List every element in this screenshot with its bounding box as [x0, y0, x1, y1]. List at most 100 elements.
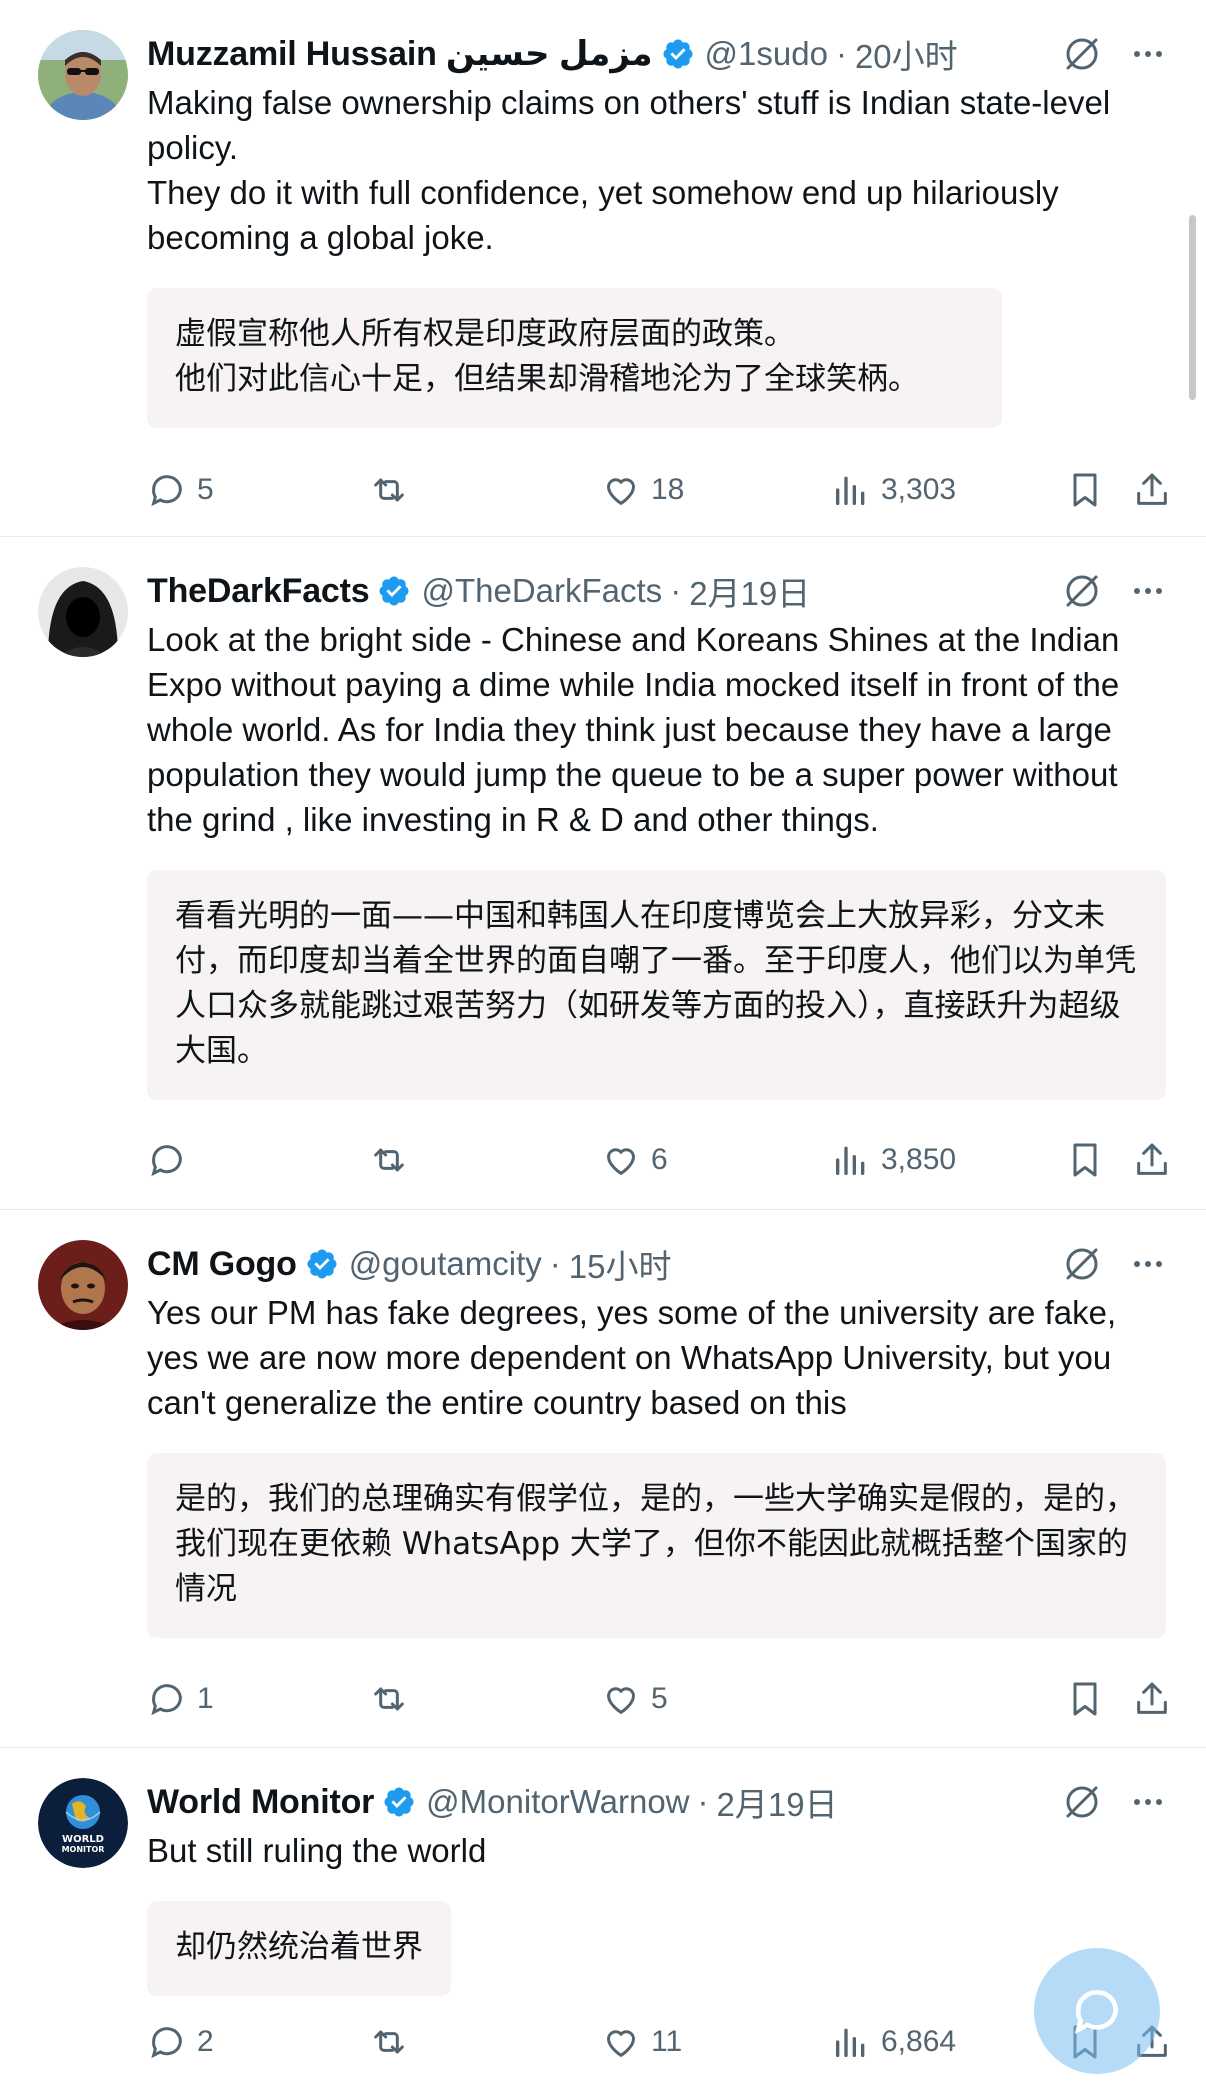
translation-line: 看看光明的一面——中国和韩国人在印度博览会上大放异彩，分文未付，而印度却当着全世… [175, 898, 1136, 1069]
share-icon [1137, 1682, 1167, 1714]
author-name[interactable]: CM Gogo [147, 1245, 297, 1284]
reply-button[interactable] [147, 1135, 197, 1185]
more-icon[interactable] [1130, 1246, 1166, 1282]
like-button[interactable]: 6 [601, 1135, 668, 1185]
translation-box: 虚假宣称他人所有权是印度政府层面的政策。 他们对此信心十足，但结果却滑稽地沦为了… [147, 288, 1002, 428]
avatar[interactable]: WORLD MONITOR [38, 1778, 128, 1868]
like-button[interactable]: 5 [601, 1674, 668, 1724]
views-button[interactable]: 3,303 [831, 465, 956, 515]
separator-dot: · [670, 572, 682, 609]
tweet-4[interactable]: WORLD MONITOR World Monitor @MonitorWarn… [0, 1748, 1206, 2098]
translation-line: 他们对此信心十足，但结果却滑稽地沦为了全球笑柄。 [175, 361, 919, 397]
compose-reply-button[interactable] [1034, 1948, 1160, 2074]
avatar[interactable] [38, 30, 128, 120]
author-handle[interactable]: @MonitorWarnow [426, 1783, 689, 1821]
retweet-icon [374, 1687, 404, 1711]
reply-count: 2 [197, 2025, 214, 2058]
bookmark-icon [1073, 1143, 1097, 1177]
grok-icon[interactable] [1062, 571, 1102, 611]
retweet-button[interactable] [369, 465, 419, 515]
reply-icon [151, 1684, 182, 1716]
translation-box: 却仍然统治着世界 [147, 1901, 451, 1996]
tweet-2[interactable]: TheDarkFacts @TheDarkFacts · 2月19日 Look … [0, 537, 1206, 1210]
reply-button[interactable]: 1 [147, 1674, 214, 1724]
reply-button[interactable]: 5 [147, 465, 214, 515]
retweet-button[interactable] [369, 1674, 419, 1724]
action-bar: 1 5 [147, 1674, 1167, 1724]
author-handle[interactable]: @goutamcity [349, 1245, 542, 1283]
heart-icon [606, 478, 636, 506]
grok-icon[interactable] [1062, 1782, 1102, 1822]
tweet-header: CM Gogo @goutamcity · 15小时 [147, 1240, 1166, 1288]
timestamp[interactable]: 20小时 [855, 30, 958, 78]
author-handle[interactable]: @1sudo [705, 35, 828, 73]
more-icon[interactable] [1130, 1784, 1166, 1820]
tweet-text: But still ruling the world [147, 1828, 1166, 1873]
grok-icon[interactable] [1062, 1244, 1102, 1284]
views-count: 3,850 [881, 1143, 957, 1176]
views-button[interactable] [831, 1674, 841, 1724]
translation-line: 却仍然统治着世界 [175, 1929, 423, 1965]
retweet-button[interactable] [369, 2017, 419, 2067]
translation-line: 虚假宣称他人所有权是印度政府层面的政策。 [175, 316, 795, 352]
more-icon[interactable] [1130, 573, 1166, 609]
bookmark-button[interactable] [1065, 1135, 1105, 1185]
bookmark-button[interactable] [1065, 465, 1105, 515]
share-icon [1137, 1143, 1167, 1175]
avatar-text-line: MONITOR [62, 1845, 105, 1854]
retweet-icon [374, 478, 404, 502]
translation-box: 看看光明的一面——中国和韩国人在印度博览会上大放异彩，分文未付，而印度却当着全世… [147, 870, 1166, 1100]
share-button[interactable] [1132, 1674, 1172, 1724]
tweet-text-line: They do it with full confidence, yet som… [147, 174, 1059, 256]
reply-count: 5 [197, 473, 214, 506]
tweet-header: TheDarkFacts @TheDarkFacts · 2月19日 [147, 567, 1166, 615]
translation-line: 是的，我们的总理确实有假学位，是的，一些大学确实是假的，是的，我们现在更依赖 W… [175, 1481, 1136, 1607]
like-count: 18 [651, 473, 685, 506]
tweet-text: Look at the bright side - Chinese and Ko… [147, 617, 1166, 842]
retweet-button[interactable] [369, 1135, 419, 1185]
verified-badge-icon [662, 39, 693, 69]
reply-icon [151, 1145, 182, 1177]
views-button[interactable]: 6,864 [831, 2017, 956, 2067]
action-bar: 6 3,850 [147, 1135, 1167, 1185]
timestamp[interactable]: 2月19日 [689, 567, 810, 615]
avatar[interactable] [38, 1240, 128, 1330]
bookmark-button[interactable] [1065, 1674, 1105, 1724]
heart-icon [606, 1687, 636, 1715]
avatar[interactable] [38, 567, 128, 657]
views-count: 6,864 [881, 2025, 957, 2058]
share-button[interactable] [1132, 465, 1172, 515]
author-name[interactable]: World Monitor [147, 1783, 374, 1822]
action-bar: 2 11 6,864 [147, 2017, 1167, 2067]
reply-icon [151, 2027, 182, 2059]
reply-count: 1 [197, 1682, 214, 1715]
reply-button[interactable]: 2 [147, 2017, 214, 2067]
like-button[interactable]: 18 [601, 465, 684, 515]
tweet-text: Making false ownership claims on others'… [147, 80, 1166, 260]
verified-badge-icon [384, 1787, 414, 1817]
retweet-icon [374, 2030, 404, 2054]
author-name[interactable]: Muzzamil Hussain مزمل حسين [147, 34, 653, 74]
action-bar: 5 18 3,303 [147, 465, 1167, 515]
translation-box: 是的，我们的总理确实有假学位，是的，一些大学确实是假的，是的，我们现在更依赖 W… [147, 1453, 1166, 1638]
author-name[interactable]: TheDarkFacts [147, 572, 370, 611]
share-icon [1137, 473, 1167, 505]
like-button[interactable]: 11 [601, 2017, 682, 2067]
views-button[interactable]: 3,850 [831, 1135, 956, 1185]
tweet-header: Muzzamil Hussain مزمل حسين @1sudo · 20小时 [147, 30, 1166, 78]
avatar-text-line: WORLD [62, 1834, 104, 1845]
tweet-text-line: Yes our PM has fake degrees, yes some of… [147, 1294, 1117, 1421]
views-icon [836, 1146, 865, 1175]
scrollbar[interactable] [1189, 215, 1196, 400]
grok-icon[interactable] [1062, 34, 1102, 74]
bookmark-icon [1073, 473, 1097, 507]
more-icon[interactable] [1130, 36, 1166, 72]
timestamp[interactable]: 2月19日 [717, 1778, 838, 1826]
timeline-feed: Muzzamil Hussain مزمل حسين @1sudo · 20小时… [0, 0, 1206, 2098]
tweet-3[interactable]: CM Gogo @goutamcity · 15小时 Yes our PM ha… [0, 1210, 1206, 1748]
share-button[interactable] [1132, 1135, 1172, 1185]
verified-badge-icon [307, 1249, 337, 1279]
timestamp[interactable]: 15小时 [569, 1240, 672, 1288]
author-handle[interactable]: @TheDarkFacts [421, 572, 662, 610]
tweet-1[interactable]: Muzzamil Hussain مزمل حسين @1sudo · 20小时… [0, 0, 1206, 537]
